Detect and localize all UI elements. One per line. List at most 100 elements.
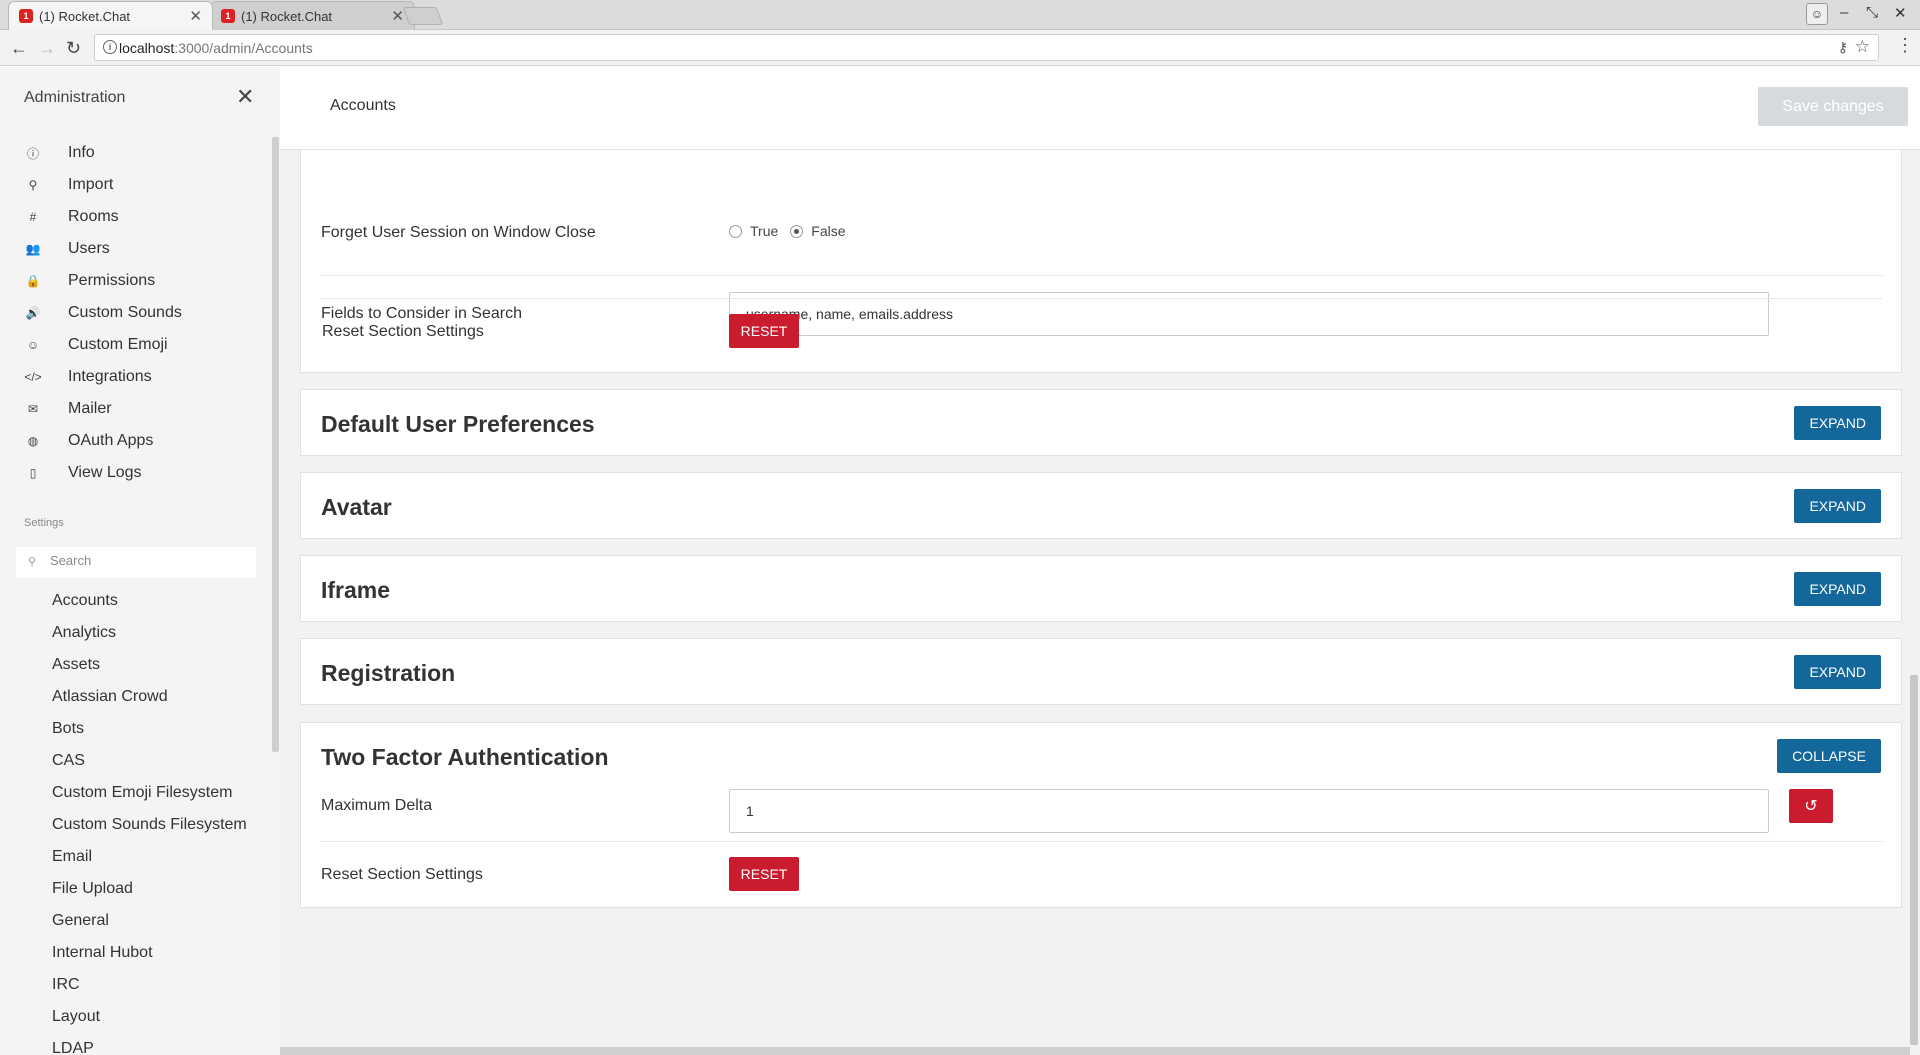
reset-field-button[interactable]: ↺ — [1789, 789, 1833, 823]
expand-button[interactable]: EXPAND — [1794, 406, 1881, 440]
hashtag-icon: # — [29, 210, 37, 224]
maximum-delta-input[interactable] — [729, 789, 1769, 833]
close-icon[interactable]: ✕ — [236, 86, 254, 108]
expand-button[interactable]: EXPAND — [1794, 489, 1881, 523]
forget-session-label: Forget User Session on Window Close — [321, 224, 596, 241]
key-icon[interactable]: ⚷ — [1838, 39, 1848, 56]
panel-title: Default User Preferences — [321, 411, 595, 437]
close-window-icon[interactable]: ✕ — [1894, 4, 1907, 22]
settings-item-assets[interactable]: Assets — [0, 649, 270, 681]
sidebar-item-label: Rooms — [68, 208, 119, 225]
browser-navbar: ← → ↻ i localhost:3000/admin/Accounts ⚷ … — [0, 30, 1920, 66]
settings-item-email[interactable]: Email — [0, 841, 270, 873]
settings-item-general[interactable]: General — [0, 905, 270, 937]
expand-button[interactable]: EXPAND — [1794, 655, 1881, 689]
restore-icon[interactable]: ⤡ — [1866, 4, 1878, 21]
settings-item-internal-hubot[interactable]: Internal Hubot — [0, 937, 270, 969]
info-icon[interactable]: i — [103, 40, 117, 54]
rocketchat-favicon-icon: 1 — [221, 9, 235, 23]
close-icon[interactable]: ✕ — [189, 7, 202, 25]
tab-title: (1) Rocket.Chat — [39, 9, 131, 24]
sidebar-item-import[interactable]: ⚲ Import — [0, 169, 270, 201]
sidebar-item-label: Info — [68, 144, 95, 161]
settings-nav-list: Accounts Analytics Assets Atlassian Crow… — [0, 585, 270, 1055]
panel-avatar: Avatar EXPAND — [300, 472, 1902, 539]
forward-arrow-icon[interactable]: → — [38, 38, 56, 58]
close-icon[interactable]: ✕ — [391, 7, 404, 25]
emoji-icon: ☺ — [26, 338, 40, 352]
collapse-button[interactable]: COLLAPSE — [1777, 739, 1881, 773]
reload-icon[interactable]: ↻ — [66, 38, 81, 58]
panel-iframe: Iframe EXPAND — [300, 555, 1902, 622]
sidebar-item-label: Custom Sounds — [68, 304, 182, 321]
radio-true[interactable] — [729, 224, 742, 238]
fields-search-label: Fields to Consider in Search — [321, 305, 522, 322]
sidebar-item-oauth-apps[interactable]: ◍ OAuth Apps — [0, 425, 270, 457]
sidebar-item-users[interactable]: 👥 Users — [0, 233, 270, 265]
panel-title: Two Factor Authentication — [321, 744, 609, 770]
main-scrollbar[interactable] — [1910, 675, 1918, 1045]
settings-item-bots[interactable]: Bots — [0, 713, 270, 745]
sidebar-item-mailer[interactable]: ✉ Mailer — [0, 393, 270, 425]
back-arrow-icon[interactable]: ← — [10, 38, 28, 58]
browser-menu-icon[interactable]: ⋮ — [1896, 36, 1914, 54]
sidebar-item-custom-sounds[interactable]: 🔊 Custom Sounds — [0, 297, 270, 329]
import-icon: ⚲ — [28, 178, 38, 192]
panel-title: Iframe — [321, 577, 391, 603]
users-icon: 👥 — [25, 242, 41, 256]
url-text: localhost:3000/admin/Accounts — [119, 40, 313, 56]
sidebar-item-view-logs[interactable]: ▯ View Logs — [0, 457, 270, 489]
settings-item-accounts[interactable]: Accounts — [0, 585, 270, 617]
sidebar-item-rooms[interactable]: # Rooms — [0, 201, 270, 233]
minimize-icon[interactable]: – — [1840, 4, 1848, 21]
page-title: Accounts — [330, 97, 396, 114]
horizontal-scrollbar[interactable] — [280, 1047, 1910, 1055]
expand-button[interactable]: EXPAND — [1794, 572, 1881, 606]
sidebar-item-integrations[interactable]: </> Integrations — [0, 361, 270, 393]
browser-tab-1[interactable]: 1 (1) Rocket.Chat ✕ — [8, 1, 213, 30]
sidebar-item-custom-emoji[interactable]: ☺ Custom Emoji — [0, 329, 270, 361]
maximum-delta-label: Maximum Delta — [321, 797, 433, 814]
tab-title: (1) Rocket.Chat — [241, 9, 333, 24]
search-icon: ⚲ — [28, 556, 37, 568]
settings-item-file-upload[interactable]: File Upload — [0, 873, 270, 905]
sidebar-item-label: Custom Emoji — [68, 336, 168, 353]
sidebar-item-label: View Logs — [68, 464, 142, 481]
undo-icon: ↺ — [1804, 798, 1818, 815]
settings-item-ldap[interactable]: LDAP — [0, 1033, 270, 1055]
address-bar[interactable]: i localhost:3000/admin/Accounts ⚷ ☆ — [94, 34, 1879, 61]
settings-item-layout[interactable]: Layout — [0, 1001, 270, 1033]
sidebar-item-info[interactable]: ⓘ Info — [0, 137, 270, 169]
radio-false-label: False — [811, 223, 846, 239]
admin-sidebar: Administration ✕ ⓘ Info ⚲ Import # Rooms 👥 U… — [0, 67, 280, 1055]
profile-icon[interactable]: ☺ — [1806, 3, 1828, 25]
reset-section-label: Reset Section Settings — [322, 323, 484, 340]
settings-item-custom-emoji-filesystem[interactable]: Custom Emoji Filesystem — [0, 777, 270, 809]
code-icon: </> — [24, 370, 42, 384]
settings-item-atlassian-crowd[interactable]: Atlassian Crowd — [0, 681, 270, 713]
settings-item-irc[interactable]: IRC — [0, 969, 270, 1001]
sidebar-item-label: Import — [68, 176, 114, 193]
settings-item-cas[interactable]: CAS — [0, 745, 270, 777]
forget-session-radio-group: True False — [729, 223, 858, 239]
radio-false[interactable] — [790, 224, 804, 238]
sidebar-item-permissions[interactable]: 🔒 Permissions — [0, 265, 270, 297]
radio-true-label: True — [750, 223, 779, 239]
sidebar-item-label: Permissions — [68, 272, 156, 289]
star-icon[interactable]: ☆ — [1855, 37, 1870, 57]
settings-item-analytics[interactable]: Analytics — [0, 617, 270, 649]
sidebar-scrollbar[interactable] — [272, 137, 279, 752]
new-tab-button[interactable] — [402, 7, 444, 25]
settings-item-custom-sounds-filesystem[interactable]: Custom Sounds Filesystem — [0, 809, 270, 841]
reset-section-button[interactable]: RESET — [729, 857, 799, 891]
rocketchat-favicon-icon: 1 — [19, 9, 33, 23]
panel-title: Registration — [321, 660, 456, 686]
settings-search[interactable]: ⚲ — [16, 547, 256, 578]
reset-section-button[interactable]: RESET — [729, 314, 799, 348]
sidebar-item-label: OAuth Apps — [68, 432, 154, 449]
divider — [321, 841, 1883, 842]
save-changes-button[interactable]: Save changes — [1758, 87, 1908, 126]
browser-tab-2[interactable]: 1 (1) Rocket.Chat ✕ — [210, 1, 415, 30]
search-input[interactable] — [50, 553, 250, 568]
lock-icon: 🔒 — [25, 274, 41, 288]
